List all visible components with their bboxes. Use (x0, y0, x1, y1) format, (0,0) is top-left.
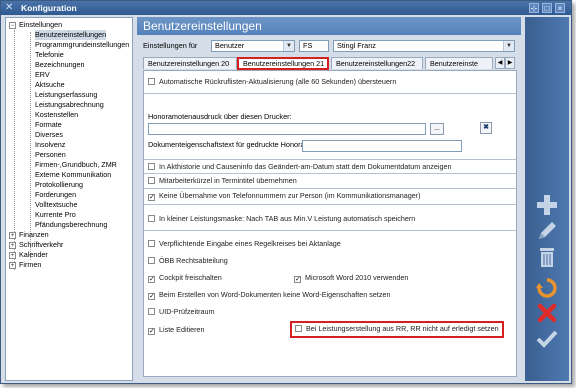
show-modified-date-checkbox[interactable]: In Akthistorie und Causeninfo das Geände… (148, 162, 451, 172)
uid-check-period-checkbox[interactable]: UID-Prüfzeitraum (148, 307, 215, 317)
title-bar: ✕ Konfiguration ⊹ □ × (1, 1, 571, 15)
tree-item-telefonie[interactable]: Telefonie (35, 50, 64, 60)
doc-property-label: Dokumenteigenschaftstext für gedruckte H… (148, 140, 325, 149)
tree-item-leistungsabrechnung[interactable]: Leistungsabrechnung (35, 100, 104, 110)
no-word-properties-checkbox[interactable]: ✓ Beim Erstellen von Word-Dokumenten kein… (148, 290, 390, 300)
rr-not-done-checkbox[interactable]: Bei Leistungserstellung aus RR, RR nicht… (295, 324, 499, 334)
cancel-icon[interactable] (535, 301, 559, 325)
tree-item-kostenstellen[interactable]: Kostenstellen (35, 110, 78, 120)
tree-item-externe-kommunikation[interactable]: Externe Kommunikation (35, 170, 111, 180)
tree-node-kalender[interactable]: + Kalender (9, 250, 48, 260)
tree-item-protokollierung[interactable]: Protokollierung (35, 180, 83, 190)
tree-item-forderungen[interactable]: Forderungen (35, 190, 76, 200)
checkbox-box (148, 308, 155, 315)
checkbox-box: ✓ (148, 194, 155, 201)
auto-refresh-checkbox[interactable]: Automatische Rückruflisten-Aktualisierun… (148, 77, 396, 87)
pin-button[interactable]: ⊹ (529, 3, 539, 13)
tree-item-personen[interactable]: Personen (35, 150, 66, 160)
configuration-window: ✕ Konfiguration ⊹ □ × − Einstellungen Ben… (0, 0, 572, 384)
checkbox-box (148, 177, 155, 184)
delete-trash-icon[interactable] (535, 245, 559, 269)
tree-node-einstellungen[interactable]: − Einstellungen (9, 20, 62, 30)
checkbox-box: ✓ (148, 276, 155, 283)
tree-item-insolvenz[interactable]: Insolvenz (35, 140, 65, 150)
tree-item-programmgrundeinstellungen[interactable]: Programmgrundeinstellungen (35, 40, 129, 50)
clear-printer-icon[interactable]: ✖ (480, 122, 492, 134)
cockpit-enable-checkbox[interactable]: ✓ Cockpit freischalten (148, 273, 222, 283)
tree-node-finanzen[interactable]: + Finanzen (9, 230, 49, 240)
checkbox-box (148, 240, 155, 247)
printer-label: Honoramotenausdruck über diesen Drucker: (148, 112, 292, 121)
tree-item-formate[interactable]: Formate (35, 120, 62, 130)
tree-node-schriftverkehr[interactable]: + Schriftverkehr (9, 240, 63, 250)
settings-for-label: Einstellungen für (143, 41, 198, 50)
checkbox-box: ✓ (148, 328, 155, 335)
add-icon[interactable] (535, 193, 559, 217)
chevron-down-icon: ▼ (283, 41, 294, 51)
tab-scroll-left-icon[interactable]: ◀ (495, 57, 505, 69)
window-title: Konfiguration (21, 3, 77, 13)
tree-item-pfaendungsberechnung[interactable]: Pfändungsberechnung (35, 220, 107, 230)
navigation-tree: − Einstellungen Benutzereinstellungen Pro… (5, 17, 133, 381)
checkbox-box: ✓ (148, 293, 155, 300)
checkbox-box: ✓ (294, 276, 301, 283)
confirm-icon[interactable] (535, 327, 559, 351)
checkbox-box (148, 215, 155, 222)
checkbox-box (148, 163, 155, 170)
checkbox-box (148, 257, 155, 264)
tree-item-benutzereinstellungen[interactable]: Benutzereinstellungen (35, 30, 107, 40)
tree-item-diverses[interactable]: Diverses (35, 130, 63, 140)
no-phone-transfer-checkbox[interactable]: ✓ Keine Übernahme von Telefonnummern zur … (148, 191, 421, 201)
tree-item-bezeichnungen[interactable]: Bezeichnungen (35, 60, 85, 70)
mandatory-control-loop-checkbox[interactable]: Verpflichtende Eingabe eines Regelkreise… (148, 239, 341, 249)
tab-benutzereinstellungen-22[interactable]: Benutzereinstellungen22 (331, 57, 423, 69)
tree-node-firmen[interactable]: + Firmen (9, 260, 41, 270)
tree-item-aktsuche[interactable]: Aktsuche (35, 80, 65, 90)
checkbox-box (148, 78, 155, 85)
edit-list-checkbox[interactable]: ✓ Liste Editieren (148, 325, 205, 335)
tree-item-leistungserfassung[interactable]: Leistungserfassung (35, 90, 97, 100)
checkbox-box (295, 325, 302, 332)
chevron-down-icon: ▼ (503, 41, 514, 51)
settings-panel: Automatische Rückruflisten-Aktualisierun… (143, 70, 517, 377)
page-title: Benutzereinstellungen (137, 17, 521, 35)
close-button[interactable]: × (555, 3, 565, 13)
tree-item-firmen-grundbuch[interactable]: Firmen-,Grundbuch, ZMR (35, 160, 117, 170)
browse-printer-button[interactable]: ... (430, 123, 444, 135)
tab-benutzereinstellungen-20[interactable]: Benutzereinstellungen 20 (143, 57, 237, 69)
tree-item-erv[interactable]: ERV (35, 70, 50, 80)
user-code-field[interactable]: FS (299, 40, 329, 52)
tab-benutzereinstellungen-21[interactable]: Benutzereinstellungen 21 (237, 57, 329, 70)
printer-field[interactable] (148, 123, 426, 135)
oebb-legal-checkbox[interactable]: ÖBB Rechtsabteilung (148, 256, 228, 266)
tab-strip: Benutzereinstellungen 20 Benutzereinstel… (143, 57, 517, 70)
settings-for-select[interactable]: Benutzer ▼ (211, 40, 295, 52)
restore-button[interactable]: □ (542, 3, 552, 13)
word-2010-checkbox[interactable]: ✓ Microsoft Word 2010 verwenden (294, 273, 408, 283)
app-icon: ✕ (5, 2, 14, 13)
main-area: Benutzereinstellungen Einstellungen für … (137, 17, 521, 381)
action-toolbar (525, 17, 569, 381)
edit-icon[interactable] (535, 219, 559, 243)
user-name-select[interactable]: Stingl Franz ▼ (333, 40, 515, 52)
tab-scroll-right-icon[interactable]: ▶ (505, 57, 515, 69)
tree-item-volltextsuche[interactable]: Volltextsuche (35, 200, 77, 210)
tree-item-kurrente-pro[interactable]: Kurrente Pro (35, 210, 76, 220)
doc-property-field[interactable] (302, 140, 462, 152)
refresh-icon[interactable] (535, 276, 559, 300)
employee-initials-checkbox[interactable]: Mitarbeiterkürzel in Termintitel überneh… (148, 176, 297, 186)
auto-save-tab-checkbox[interactable]: In kleiner Leistungsmaske: Nach TAB aus … (148, 214, 415, 224)
tab-benutzereinstellungen-23[interactable]: Benutzereinste (425, 57, 493, 69)
